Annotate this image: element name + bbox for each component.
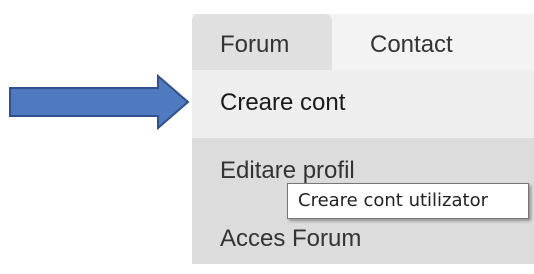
pointer-arrow-icon [9, 74, 190, 130]
tab-contact[interactable]: Contact [370, 14, 453, 70]
forum-dropdown-menu: Creare cont Editare profil Acces Forum [192, 70, 534, 264]
menu-item-creare-cont[interactable]: Creare cont [192, 70, 534, 138]
tab-bar: Forum Contact [192, 14, 534, 70]
tooltip: Creare cont utilizator [287, 183, 529, 219]
navigation-menu: Forum Contact Creare cont Editare profil… [192, 0, 534, 264]
tab-forum[interactable]: Forum [192, 14, 332, 70]
